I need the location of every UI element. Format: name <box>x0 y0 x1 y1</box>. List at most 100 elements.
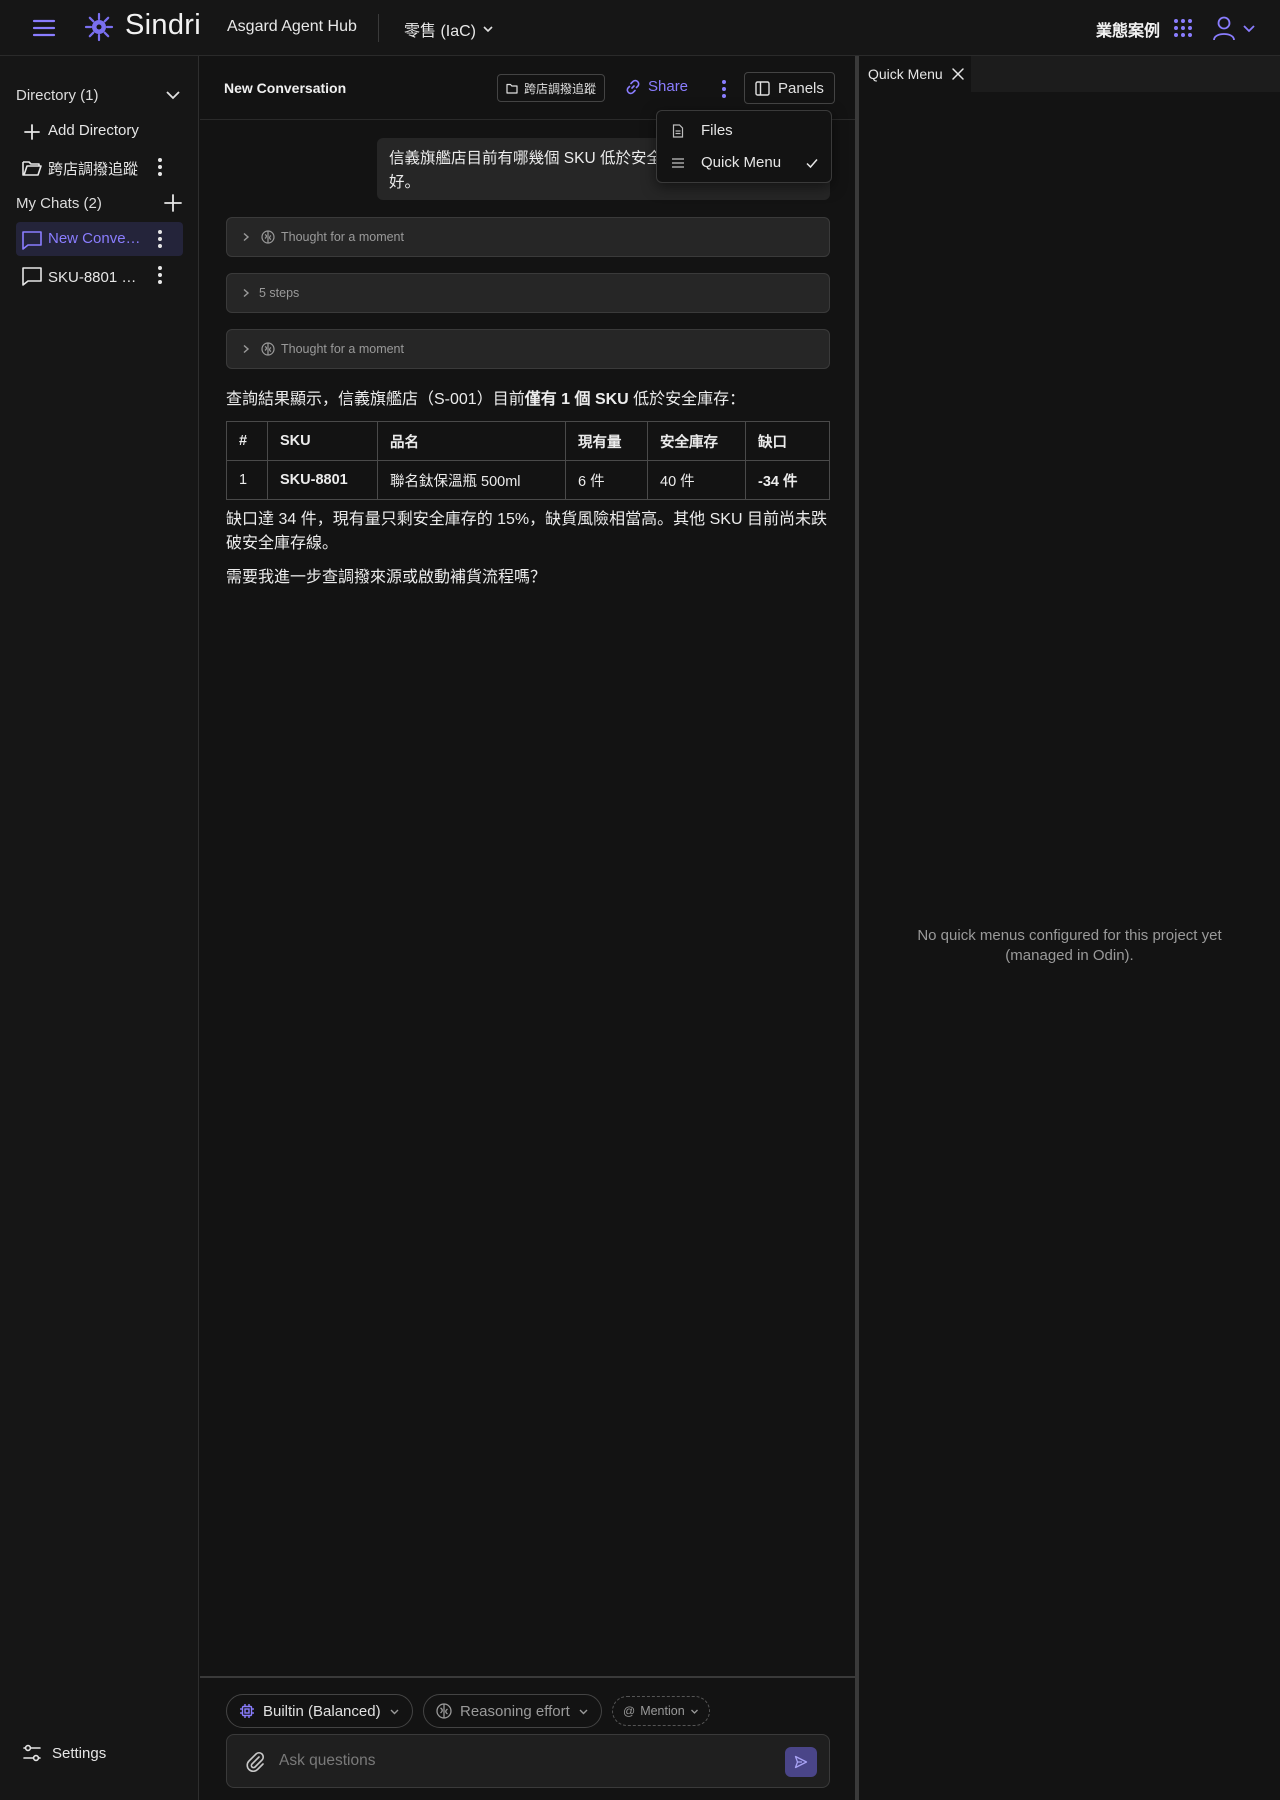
settings-button[interactable]: Settings <box>22 1743 106 1763</box>
add-directory-label: Add Directory <box>48 122 139 139</box>
table-header-cell: 安全庫存 <box>647 421 746 461</box>
empty-state-line: (managed in Odin). <box>1005 947 1134 964</box>
checkmark-icon <box>805 156 819 170</box>
folder-icon <box>506 83 518 94</box>
chip-icon <box>239 1703 255 1719</box>
reasoning-effort-selector[interactable]: Reasoning effort <box>423 1694 602 1728</box>
sindri-logo-icon <box>84 12 114 42</box>
project-selector[interactable]: 零售 (IaC) <box>404 17 494 41</box>
more-vertical-icon[interactable] <box>150 157 170 177</box>
thought-collapsible[interactable]: Thought for a moment <box>226 217 830 257</box>
sidebar-item-chat-active[interactable]: New Conversation <box>0 222 199 256</box>
top-bar: Sindri Asgard Agent Hub 零售 (IaC) 業態案例 <box>0 0 1280 56</box>
table-cell: -34 件 <box>745 460 830 500</box>
add-directory-button[interactable]: Add Directory <box>0 114 199 148</box>
panels-dropdown: Files Quick Menu <box>656 110 832 183</box>
answer-lead: 查詢結果顯示，信義旗艦店（S-001）目前僅有 1 個 SKU 低於安全庫存： <box>226 385 745 409</box>
reasoning-label: Reasoning effort <box>460 1702 570 1720</box>
table-header-cell: 品名 <box>377 421 566 461</box>
chevron-down-icon <box>482 23 494 35</box>
composer-box <box>226 1734 830 1788</box>
settings-label: Settings <box>52 1744 107 1762</box>
tab-quick-menu[interactable]: Quick Menu <box>859 56 971 92</box>
directory-header-label: Directory (1) <box>16 86 99 104</box>
table-header-cell: 缺口 <box>745 421 830 461</box>
answer-lead-bold: 僅有 1 個 SKU <box>524 391 629 408</box>
chat-bubble-icon <box>21 230 43 250</box>
chats-header: My Chats (2) <box>0 186 199 220</box>
table-header-row: # SKU 品名 現有量 安全庫存 缺口 <box>226 421 830 461</box>
steps-collapsible[interactable]: 5 steps <box>226 273 830 313</box>
hamburger-menu-icon[interactable] <box>30 16 58 40</box>
composer-divider <box>200 1676 855 1678</box>
dropdown-item-label: Files <box>701 122 733 139</box>
cases-link[interactable]: 業態案例 <box>1096 17 1160 41</box>
table-header-cell: 現有量 <box>565 421 648 461</box>
empty-state-line: No quick menus configured for this proje… <box>917 927 1222 944</box>
table-cell: 40 件 <box>647 460 746 500</box>
share-label: Share <box>648 78 689 95</box>
project-selector-label: 零售 (IaC) <box>404 23 477 40</box>
empty-state-message: No quick menus configured for this proje… <box>859 926 1280 966</box>
at-sign-icon: @ <box>623 1704 636 1718</box>
menu-lines-icon <box>671 156 685 170</box>
table-cell: 1 <box>226 460 268 500</box>
brain-icon <box>261 342 275 356</box>
user-menu[interactable] <box>1212 15 1256 41</box>
brain-icon <box>436 1703 452 1719</box>
apps-grid-icon[interactable] <box>1173 18 1193 38</box>
top-divider <box>378 14 379 42</box>
table-row: 1 SKU-8801 聯名鈦保溫瓶 500ml 6 件 40 件 -34 件 <box>226 460 830 500</box>
more-vertical-icon[interactable] <box>714 78 734 100</box>
new-chat-plus-icon[interactable] <box>163 193 183 213</box>
share-button[interactable]: Share <box>625 78 688 95</box>
more-vertical-icon[interactable] <box>150 265 170 285</box>
chevron-down-icon <box>389 1706 400 1717</box>
thought-label: Thought for a moment <box>281 342 404 356</box>
chat-label: New Conversation <box>48 230 144 247</box>
answer-question: 需要我進一步查調撥來源或啟動補貨流程嗎？ <box>226 569 547 586</box>
file-icon <box>671 124 685 138</box>
directory-label: 跨店調撥追蹤 <box>48 161 139 178</box>
chevron-right-icon <box>241 288 251 298</box>
logo-text: Sindri <box>125 9 201 41</box>
chats-header-label: My Chats (2) <box>16 194 102 212</box>
chevron-right-icon <box>241 232 251 242</box>
panels-label: Panels <box>778 79 824 97</box>
dropdown-item-quick-menu[interactable]: Quick Menu <box>657 147 831 179</box>
hub-name: Asgard Agent Hub <box>227 18 357 35</box>
answer-lead-suffix: 低於安全庫存： <box>628 391 746 408</box>
dropdown-item-label: Quick Menu <box>701 154 782 171</box>
brain-icon <box>261 230 275 244</box>
panel-layout-icon <box>755 80 770 96</box>
sidebar-item-directory[interactable]: 跨店調撥追蹤 <box>0 150 199 184</box>
table-header-cell: # <box>226 421 268 461</box>
paperclip-icon[interactable] <box>244 1751 266 1773</box>
model-selector[interactable]: Builtin (Balanced) <box>226 1694 413 1728</box>
tab-label: Quick Menu <box>868 66 943 82</box>
send-button[interactable] <box>785 1747 817 1777</box>
dropdown-item-files[interactable]: Files <box>657 115 831 147</box>
user-icon <box>1212 15 1236 41</box>
thought-label: Thought for a moment <box>281 230 404 244</box>
directory-header[interactable]: Directory (1) <box>0 78 199 112</box>
directory-chip[interactable]: 跨店調撥追蹤 <box>497 74 606 102</box>
answer-paragraph: 缺口達 34 件，現有量只剩安全庫存的 15%，缺貨風險相當高。其他 SKU 目… <box>226 511 827 552</box>
right-panel: Quick Menu No quick menus configured for… <box>859 56 1280 1800</box>
panels-button[interactable]: Panels <box>744 72 835 104</box>
steps-label: 5 steps <box>259 286 300 300</box>
chevron-down-icon <box>690 1707 699 1716</box>
message-input[interactable] <box>279 1745 749 1777</box>
chat-bubble-icon <box>21 266 43 286</box>
link-icon <box>625 79 641 95</box>
result-table: # SKU 品名 現有量 安全庫存 缺口 1 SKU-8801 聯名鈦保溫瓶 5… <box>226 421 830 500</box>
table-cell: 6 件 <box>565 460 648 500</box>
sidebar-item-chat[interactable]: SKU-8801 補貨 <box>0 258 199 292</box>
chevron-down-icon[interactable] <box>163 85 183 105</box>
chat-title: New Conversation <box>224 80 347 96</box>
close-icon[interactable] <box>951 67 965 81</box>
thought-collapsible[interactable]: Thought for a moment <box>226 329 830 369</box>
model-label: Builtin (Balanced) <box>263 1702 381 1720</box>
more-vertical-icon[interactable] <box>150 229 170 249</box>
mention-button[interactable]: @ Mention <box>612 1696 710 1726</box>
